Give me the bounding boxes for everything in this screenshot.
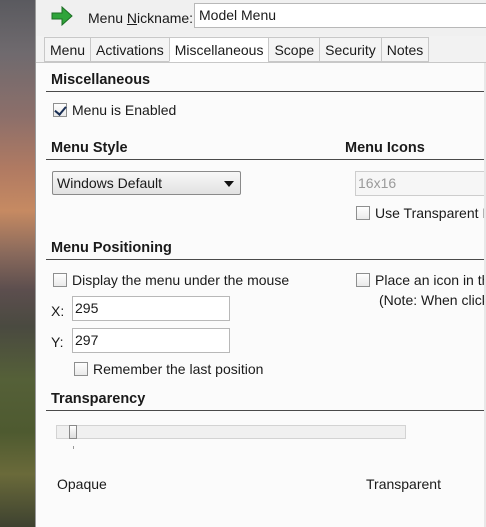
menu-style-title: Menu Style: [51, 140, 128, 156]
transparent-label: Transparent: [366, 476, 441, 492]
transparency-slider-thumb[interactable]: [69, 425, 77, 439]
miscellaneous-panel: Miscellaneous Menu is Enabled Menu Style…: [36, 63, 486, 527]
menu-positioning-rule: [46, 259, 486, 260]
menu-style-rule: [46, 159, 486, 160]
nickname-label: Menu Nickname:: [88, 10, 194, 26]
transparent-icons-checkbox[interactable]: [356, 206, 370, 220]
desktop-background: [0, 0, 35, 527]
transparent-icons-label: Use Transparent Ic: [375, 205, 486, 221]
slider-tick: [73, 446, 74, 449]
under-mouse-checkbox[interactable]: [53, 273, 67, 287]
remember-position-checkbox[interactable]: [74, 362, 88, 376]
tab-activations[interactable]: Activations: [90, 37, 169, 62]
tab-strip: Menu Activations Miscellaneous Scope Sec…: [44, 37, 430, 62]
place-icon-note: (Note: When click: [379, 292, 486, 308]
tab-miscellaneous[interactable]: Miscellaneous: [168, 37, 269, 62]
y-label: Y:: [51, 334, 64, 350]
tab-security[interactable]: Security: [319, 37, 381, 62]
miscellaneous-title: Miscellaneous: [51, 72, 151, 88]
nickname-input[interactable]: Model Menu: [194, 3, 486, 28]
chevron-down-icon: [224, 181, 234, 187]
menu-enabled-checkbox[interactable]: [53, 103, 67, 117]
tab-menu[interactable]: Menu: [44, 37, 91, 62]
menu-icons-title: Menu Icons: [345, 140, 425, 156]
menu-style-dropdown[interactable]: Windows Default: [52, 171, 241, 195]
x-label: X:: [51, 303, 65, 319]
x-position-input[interactable]: 295: [72, 296, 230, 321]
remember-position-label: Remember the last position: [93, 361, 264, 377]
green-arrow-icon: [51, 6, 73, 26]
menu-style-selected: Windows Default: [57, 175, 163, 191]
y-position-input[interactable]: 297: [72, 328, 230, 353]
miscellaneous-rule: [46, 91, 486, 92]
tab-scope[interactable]: Scope: [268, 37, 320, 62]
place-icon-checkbox[interactable]: [356, 273, 370, 287]
icon-size-field: 16x16: [355, 171, 486, 196]
place-icon-label: Place an icon in the: [375, 272, 486, 288]
transparency-title: Transparency: [51, 391, 146, 407]
menu-positioning-title: Menu Positioning: [51, 240, 172, 256]
nickname-header: Menu Nickname: Model Menu: [36, 0, 486, 36]
menu-properties-window: Menu Nickname: Model Menu Menu Activatio…: [35, 0, 486, 527]
under-mouse-label: Display the menu under the mouse: [72, 272, 290, 288]
menu-enabled-label: Menu is Enabled: [72, 102, 177, 118]
opaque-label: Opaque: [57, 476, 107, 492]
transparency-rule: [46, 410, 486, 411]
tab-notes[interactable]: Notes: [380, 37, 430, 62]
transparency-slider-track[interactable]: [56, 425, 406, 439]
